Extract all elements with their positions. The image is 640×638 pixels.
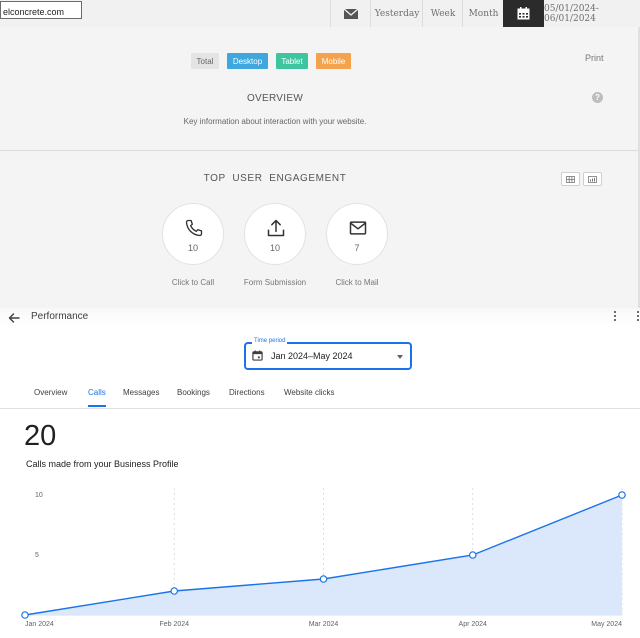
x-tick-label: Feb 2024	[159, 621, 189, 628]
panel-divider	[0, 150, 638, 151]
filter-tablet[interactable]: Tablet	[276, 53, 308, 69]
x-tick-label: Apr 2024	[459, 621, 488, 628]
performance-tabs: Overview Calls Messages Bookings Directi…	[0, 385, 640, 409]
site-url-input[interactable]	[0, 1, 82, 19]
analytics-panel: Total Desktop Tablet Mobile Print ? OVER…	[0, 27, 640, 308]
overview-title: OVERVIEW	[246, 93, 304, 104]
filter-total[interactable]: Total	[191, 53, 219, 69]
tab-messages[interactable]: Messages	[123, 388, 159, 397]
x-tick-label: Mar 2024	[309, 621, 339, 628]
filter-mobile[interactable]: Mobile	[316, 53, 351, 69]
data-point	[170, 587, 179, 595]
more-options-icon[interactable]	[614, 311, 617, 323]
chart-view-button[interactable]	[583, 172, 602, 186]
click-to-call-card: 10	[162, 203, 224, 265]
date-range-display[interactable]: 05/01/2024-06/01/2024	[544, 0, 640, 27]
yesterday-button[interactable]: Yesterday	[370, 0, 423, 27]
tab-calls[interactable]: Calls	[88, 388, 106, 397]
envelope-icon	[344, 8, 358, 19]
week-button[interactable]: Week	[422, 0, 463, 27]
click-to-mail-count: 7	[354, 243, 360, 253]
calendar-icon	[252, 350, 263, 361]
data-point	[21, 611, 29, 619]
total-calls-caption: Calls made from your Business Profile	[26, 459, 179, 469]
table-view-button[interactable]	[561, 172, 580, 186]
back-arrow-icon[interactable]	[8, 312, 20, 324]
tab-bookings[interactable]: Bookings	[177, 388, 210, 397]
active-tab-indicator	[88, 405, 106, 407]
y-tick-label: 10	[35, 492, 43, 499]
table-icon	[566, 175, 575, 183]
upload-icon	[267, 219, 285, 237]
engagement-title: TOP USER ENGAGEMENT	[203, 173, 347, 184]
tab-overview[interactable]: Overview	[34, 388, 67, 397]
filter-desktop[interactable]: Desktop	[227, 53, 268, 69]
calendar-button[interactable]	[503, 0, 544, 27]
data-point	[468, 551, 477, 559]
data-point	[319, 575, 328, 583]
print-link[interactable]: Print	[585, 53, 604, 63]
time-period-select[interactable]: Time period Jan 2024–May 2024	[244, 338, 412, 370]
click-to-mail-label: Click to Mail	[335, 278, 379, 287]
y-tick-label: 5	[35, 552, 39, 559]
email-report-button[interactable]	[330, 0, 371, 27]
performance-header: Performance	[0, 308, 640, 328]
mail-icon	[349, 221, 367, 235]
tab-website-clicks[interactable]: Website clicks	[284, 388, 335, 397]
phone-icon	[185, 219, 203, 237]
date-range-text: 05/01/2024-06/01/2024	[544, 3, 599, 24]
time-period-label: Time period	[252, 338, 288, 344]
form-submission-card: 10	[244, 203, 306, 265]
form-submission-count: 10	[269, 243, 280, 253]
dropdown-caret-icon	[397, 355, 403, 359]
month-button[interactable]: Month	[462, 0, 504, 27]
data-point	[618, 491, 626, 499]
time-period-value: Jan 2024–May 2024	[271, 351, 353, 361]
calls-chart: 5 10 Jan 2024 Feb 2024 Mar 2024 Apr 2024 May 2…	[21, 488, 626, 628]
x-tick-label: Jan 2024	[25, 621, 54, 628]
help-icon[interactable]: ?	[592, 92, 603, 103]
overview-subtitle: Key information about interaction with y…	[183, 117, 367, 126]
click-to-call-count: 10	[187, 243, 198, 253]
click-to-mail-card: 7	[326, 203, 388, 265]
chart-icon	[588, 175, 597, 183]
total-calls-value: 20	[24, 420, 57, 452]
tab-directions[interactable]: Directions	[229, 388, 265, 397]
x-tick-label: May 2024	[591, 621, 622, 628]
performance-title: Performance	[31, 311, 89, 322]
calendar-icon	[517, 7, 530, 20]
date-toolbar: Yesterday Week Month 05/01/2024-06/01/20…	[0, 0, 640, 28]
